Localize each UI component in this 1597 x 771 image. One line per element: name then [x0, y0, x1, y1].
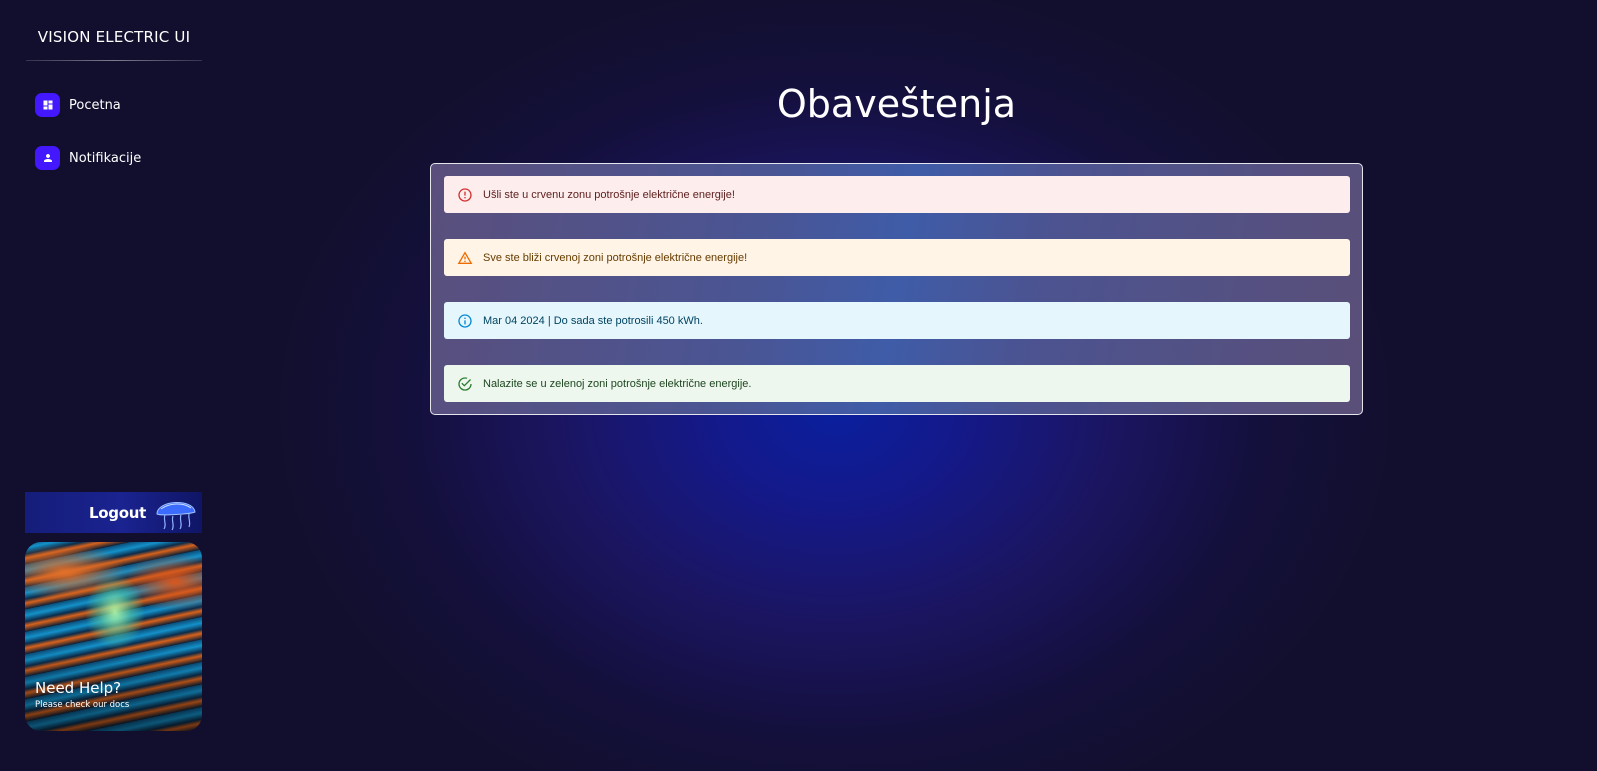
notifications-panel: Ušli ste u crvenu zonu potrošnje elektri…: [430, 163, 1363, 415]
alert-error: Ušli ste u crvenu zonu potrošnje elektri…: [444, 176, 1350, 213]
sidebar-item-label: Notifikacije: [69, 150, 142, 166]
alert-info: Mar 04 2024 | Do sada ste potrosili 450 …: [444, 302, 1350, 339]
help-title: Need Help?: [35, 679, 122, 697]
alert-message: Ušli ste u crvenu zonu potrošnje elektri…: [483, 188, 735, 201]
page-title: Obaveštenja: [776, 82, 1017, 126]
warning-triangle-icon: [457, 250, 473, 266]
logout-button[interactable]: Logout: [25, 492, 202, 533]
error-outline-icon: [457, 187, 473, 203]
jellyfish-icon: [156, 501, 196, 531]
sidebar-item-notifikacije[interactable]: Notifikacije: [35, 146, 141, 170]
brand-title: VISION ELECTRIC UI: [37, 28, 191, 46]
info-outline-icon: [457, 313, 473, 329]
check-circle-outline-icon: [457, 376, 473, 392]
sidebar-item-label: Pocetna: [69, 97, 121, 113]
sidebar-item-pocetna[interactable]: Pocetna: [35, 93, 121, 117]
alert-message: Sve ste bliži crvenoj zoni potrošnje ele…: [483, 251, 748, 264]
logout-label: Logout: [89, 503, 146, 522]
alert-success: Nalazite se u zelenoj zoni potrošnje ele…: [444, 365, 1350, 402]
alert-warning: Sve ste bliži crvenoj zoni potrošnje ele…: [444, 239, 1350, 276]
help-card[interactable]: Need Help? Please check our docs: [25, 542, 202, 731]
brand-divider: [26, 60, 202, 61]
dashboard-icon: [35, 93, 60, 117]
person-icon: [35, 146, 60, 170]
help-docs-link[interactable]: Please check our docs: [35, 700, 129, 710]
alert-message: Nalazite se u zelenoj zoni potrošnje ele…: [483, 377, 752, 390]
alert-message: Mar 04 2024 | Do sada ste potrosili 450 …: [483, 314, 703, 327]
sidebar: VISION ELECTRIC UI Pocetna Notifikacije …: [0, 0, 230, 771]
